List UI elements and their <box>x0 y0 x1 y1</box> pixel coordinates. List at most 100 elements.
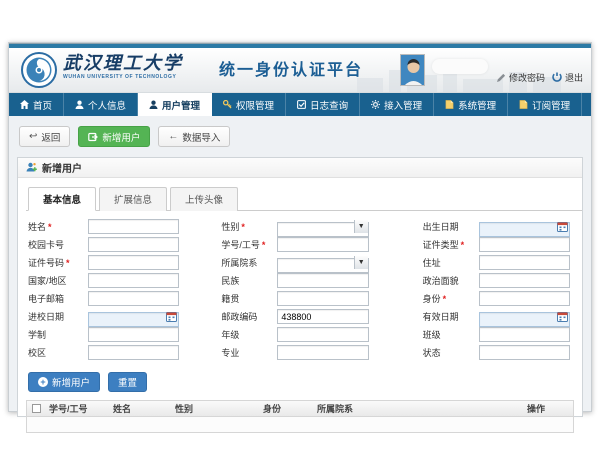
form-actions: + 新增用户 重置 <box>18 366 582 400</box>
left-arrow-icon: ← <box>168 132 178 142</box>
add-user-icon <box>88 132 98 142</box>
entry-date-picker[interactable] <box>88 309 179 324</box>
campus-field[interactable] <box>88 345 179 360</box>
user-icon <box>149 100 158 109</box>
col-name: 姓名 <box>111 402 173 415</box>
tab-upload-avatar[interactable]: 上传头像 <box>170 187 238 211</box>
class-field[interactable] <box>479 327 570 342</box>
app-window: 武汉理工大学 WUHAN UNIVERSITY OF TECHNOLOGY 统一… <box>8 42 592 412</box>
grade-field[interactable] <box>277 327 368 342</box>
col-gender: 性别 <box>173 402 261 415</box>
back-button[interactable]: ↩ 返回 <box>19 126 70 147</box>
birth-date-picker[interactable] <box>479 219 570 234</box>
avatar-photo-icon <box>401 55 425 86</box>
name-label: 姓名* <box>28 220 84 233</box>
student-no-field[interactable] <box>277 237 368 252</box>
user-table-empty-body <box>27 417 573 432</box>
ethnicity-label: 民族 <box>221 274 273 287</box>
country-field[interactable] <box>88 273 179 288</box>
ethnicity-field[interactable] <box>277 273 368 288</box>
user-area: 修改密码 退出 <box>400 54 583 86</box>
basic-info-form: 姓名* 性别* ▼ 出生日期 校园卡号 学号/工号* 证件类型* 证件号码* <box>18 211 582 366</box>
email-field[interactable] <box>88 291 179 306</box>
id-type-label: 证件类型* <box>423 238 475 251</box>
status-field[interactable] <box>479 345 570 360</box>
name-field[interactable] <box>88 219 179 234</box>
nav-item-permission-management[interactable]: 权限管理 <box>212 93 286 116</box>
political-status-field[interactable] <box>479 273 570 288</box>
back-arrow-icon: ↩ <box>29 132 37 142</box>
status-label: 状态 <box>423 346 475 359</box>
nav-item-access-management[interactable]: 接入管理 <box>360 93 434 116</box>
postal-code-field[interactable] <box>277 309 368 324</box>
nav-item-home[interactable]: 首页 <box>9 93 64 116</box>
reset-button[interactable]: 重置 <box>108 372 147 392</box>
key-icon <box>223 100 232 109</box>
birth-date-label: 出生日期 <box>423 220 475 233</box>
chevron-down-icon[interactable]: ▼ <box>354 220 368 233</box>
valid-date-picker[interactable] <box>479 309 570 324</box>
avatar[interactable] <box>400 54 425 86</box>
major-field[interactable] <box>277 345 368 360</box>
nav-item-log-query[interactable]: 日志查询 <box>286 93 360 116</box>
identity-label: 身份* <box>423 292 475 305</box>
nav-item-system-management[interactable]: 系统管理 <box>434 93 508 116</box>
document-icon <box>445 100 454 109</box>
section-title: 新增用户 <box>42 160 82 175</box>
data-import-button[interactable]: ← 数据导入 <box>158 126 230 147</box>
chevron-down-icon[interactable]: ▼ <box>354 256 368 269</box>
tab-basic-info[interactable]: 基本信息 <box>28 187 96 211</box>
change-password-link[interactable]: 修改密码 <box>497 71 545 84</box>
university-logo-icon <box>21 52 57 88</box>
col-identity: 身份 <box>261 402 315 415</box>
department-label: 所属院系 <box>221 256 273 269</box>
native-place-field[interactable] <box>277 291 368 306</box>
school-system-label: 学制 <box>28 328 84 341</box>
grade-label: 年级 <box>221 328 273 341</box>
address-label: 住址 <box>423 256 475 269</box>
submit-add-user-button[interactable]: + 新增用户 <box>28 372 100 392</box>
nav-item-user-management[interactable]: 用户管理 <box>138 93 212 116</box>
tab-extended-info[interactable]: 扩展信息 <box>99 187 167 211</box>
content-area: ↩ 返回 新增用户 ← 数据导入 新增用户 基本 <box>9 116 591 417</box>
school-system-field[interactable] <box>88 327 179 342</box>
col-actions: 操作 <box>525 402 573 415</box>
select-all-checkbox[interactable] <box>32 404 41 413</box>
gender-select[interactable]: ▼ <box>277 219 368 234</box>
university-logo: 武汉理工大学 WUHAN UNIVERSITY OF TECHNOLOGY <box>21 52 183 88</box>
calendar-icon[interactable] <box>555 310 569 323</box>
class-label: 班级 <box>423 328 475 341</box>
address-field[interactable] <box>479 255 570 270</box>
col-department: 所属院系 <box>315 402 525 415</box>
calendar-icon[interactable] <box>164 310 178 323</box>
department-select[interactable]: ▼ <box>277 255 368 270</box>
gender-label: 性别* <box>221 220 273 233</box>
nav-item-subscription-management[interactable]: 订阅管理 <box>508 93 582 116</box>
major-label: 专业 <box>221 346 273 359</box>
id-number-label: 证件号码* <box>28 256 84 269</box>
new-user-button[interactable]: 新增用户 <box>78 126 150 147</box>
logout-link[interactable]: 退出 <box>552 71 583 84</box>
document-icon <box>519 100 528 109</box>
user-table: 学号/工号 姓名 性别 身份 所属院系 操作 <box>26 400 574 433</box>
id-number-field[interactable] <box>88 255 179 270</box>
campus-card-label: 校园卡号 <box>28 238 84 251</box>
political-status-label: 政治面貌 <box>423 274 475 287</box>
valid-date-label: 有效日期 <box>423 310 475 323</box>
identity-field[interactable] <box>479 291 570 306</box>
calendar-icon[interactable] <box>555 220 569 233</box>
campus-card-field[interactable] <box>88 237 179 252</box>
col-student-no: 学号/工号 <box>47 402 111 415</box>
id-type-field[interactable] <box>479 237 570 252</box>
platform-title: 统一身份认证平台 <box>219 56 363 80</box>
gear-icon <box>371 100 380 109</box>
logout-label: 退出 <box>565 71 583 84</box>
log-check-icon <box>297 100 306 109</box>
user-icon <box>75 100 84 109</box>
nav-item-personal-info[interactable]: 个人信息 <box>64 93 138 116</box>
username-placeholder <box>432 59 488 74</box>
power-icon <box>552 72 562 82</box>
main-nav: 首页 个人信息 用户管理 权限管理 日志查询 接入管理 系统管理 订阅管理 <box>9 93 591 116</box>
section-header: 新增用户 <box>18 158 582 178</box>
plus-circle-icon: + <box>38 377 48 387</box>
